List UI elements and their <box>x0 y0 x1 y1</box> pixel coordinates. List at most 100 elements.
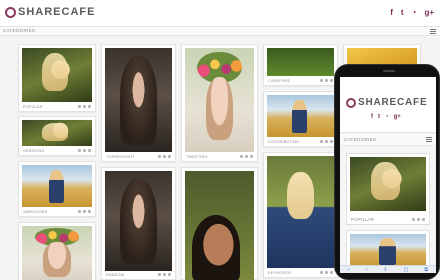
share-icon[interactable] <box>330 79 333 82</box>
rss-icon[interactable]: ◔ <box>385 114 389 120</box>
view-icon[interactable] <box>320 140 323 143</box>
share-icon[interactable] <box>88 105 91 108</box>
facebook-icon[interactable]: f <box>390 8 393 18</box>
share-icon[interactable] <box>330 140 333 143</box>
phone-photo-card[interactable] <box>346 230 430 265</box>
card-image[interactable] <box>105 48 172 152</box>
card-image[interactable] <box>22 226 92 280</box>
phone-logo[interactable]: SHARECAFE <box>346 97 427 109</box>
card-image[interactable] <box>350 234 426 265</box>
view-icon[interactable] <box>320 271 323 274</box>
twitter-icon[interactable]: t <box>401 8 404 18</box>
photo-card[interactable] <box>181 167 258 280</box>
category-bar: CATEGORIES <box>0 27 440 36</box>
share-icon[interactable]: ⇧ <box>383 267 387 273</box>
bookmarks-icon[interactable]: ▢ <box>404 267 409 273</box>
like-icon[interactable] <box>325 140 328 143</box>
logo[interactable]: SHARECAFE <box>5 6 95 18</box>
card-image[interactable] <box>267 156 334 268</box>
card-image[interactable] <box>22 48 92 102</box>
share-icon[interactable] <box>88 149 91 152</box>
card-image[interactable] <box>22 120 92 146</box>
share-icon[interactable] <box>168 155 171 158</box>
tabs-icon[interactable]: ⧉ <box>424 267 428 273</box>
card-actions <box>78 149 91 152</box>
card-actions <box>320 271 333 274</box>
phone-photo-card[interactable]: POPULAR <box>346 153 430 225</box>
card-caption: CONTRIBUTING <box>268 140 300 144</box>
card-image[interactable] <box>267 48 334 76</box>
logo-text: SHARECAFE <box>18 6 96 18</box>
card-caption: KEYWORDS <box>268 271 292 275</box>
like-icon[interactable] <box>83 149 86 152</box>
phone-categories-label[interactable]: CATEGORIES <box>344 137 376 142</box>
view-icon[interactable] <box>78 105 81 108</box>
menu-icon[interactable] <box>430 29 436 34</box>
like-icon[interactable] <box>163 155 166 158</box>
like-icon[interactable] <box>325 271 328 274</box>
photo-card[interactable] <box>18 222 96 280</box>
view-icon[interactable] <box>412 218 415 221</box>
page: SHARECAFE f t ◔ g+ CATEGORIES POPULAR VE… <box>0 0 440 280</box>
forward-icon[interactable]: › <box>366 267 368 273</box>
photo-card[interactable]: KEYWORDS <box>263 152 338 278</box>
card-caption: POPULAR <box>23 105 43 109</box>
share-icon[interactable] <box>250 155 253 158</box>
phone-logo-text: SHARECAFE <box>358 97 428 108</box>
photo-card[interactable]: TOPBROUGHT <box>101 44 176 162</box>
card-caption: RANDOM <box>106 273 125 277</box>
view-icon[interactable] <box>320 79 323 82</box>
card-caption: CAREFREE <box>268 79 291 83</box>
share-icon[interactable] <box>88 210 91 213</box>
phone-menu-icon[interactable] <box>426 137 432 142</box>
card-image[interactable] <box>22 165 92 207</box>
google-plus-icon[interactable]: g+ <box>424 8 434 18</box>
card-actions <box>240 155 253 158</box>
back-icon[interactable]: ‹ <box>348 267 350 273</box>
card-image[interactable] <box>185 48 254 152</box>
card-caption: TOPBROUGHT <box>106 155 135 159</box>
twitter-icon[interactable]: t <box>378 114 380 120</box>
view-icon[interactable] <box>78 149 81 152</box>
photo-card[interactable]: VARIATIONS <box>18 161 96 217</box>
like-icon[interactable] <box>83 210 86 213</box>
card-caption: TWEETING <box>186 155 208 159</box>
view-icon[interactable] <box>158 155 161 158</box>
view-icon[interactable] <box>78 210 81 213</box>
card-image[interactable] <box>185 171 254 280</box>
card-caption: VERSIONS <box>23 149 45 153</box>
like-icon[interactable] <box>417 218 420 221</box>
photo-card[interactable]: RANDOM <box>101 167 176 280</box>
photo-card[interactable]: CONTRIBUTING <box>263 91 338 147</box>
like-icon[interactable] <box>245 155 248 158</box>
card-image[interactable] <box>267 95 334 137</box>
card-image[interactable] <box>350 157 426 211</box>
card-image[interactable] <box>105 171 172 271</box>
logo-ring-icon <box>5 6 16 18</box>
rss-icon[interactable]: ◔ <box>412 8 417 18</box>
facebook-icon[interactable]: f <box>371 114 373 120</box>
photo-card[interactable]: CAREFREE <box>263 44 338 86</box>
share-icon[interactable] <box>168 273 171 276</box>
view-icon[interactable] <box>158 273 161 276</box>
like-icon[interactable] <box>83 105 86 108</box>
card-actions <box>78 105 91 108</box>
photo-card[interactable]: VERSIONS <box>18 116 96 156</box>
card-caption: POPULAR <box>351 217 374 222</box>
photo-card[interactable]: TWEETING <box>181 44 258 162</box>
card-actions <box>158 155 171 158</box>
google-plus-icon[interactable]: g+ <box>394 114 401 120</box>
share-icon[interactable] <box>330 271 333 274</box>
card-actions <box>158 273 171 276</box>
like-icon[interactable] <box>163 273 166 276</box>
photo-card[interactable] <box>343 44 421 66</box>
phone-speaker <box>383 70 395 72</box>
photo-card[interactable]: POPULAR <box>18 44 96 112</box>
view-icon[interactable] <box>240 155 243 158</box>
like-icon[interactable] <box>325 79 328 82</box>
phone-browser-bar: ‹ › ⇧ ▢ ⧉ <box>340 265 436 273</box>
categories-label[interactable]: CATEGORIES <box>3 28 35 33</box>
phone-social-links: f t ◔ g+ <box>371 114 401 120</box>
logo-ring-icon <box>346 98 356 108</box>
share-icon[interactable] <box>422 218 425 221</box>
